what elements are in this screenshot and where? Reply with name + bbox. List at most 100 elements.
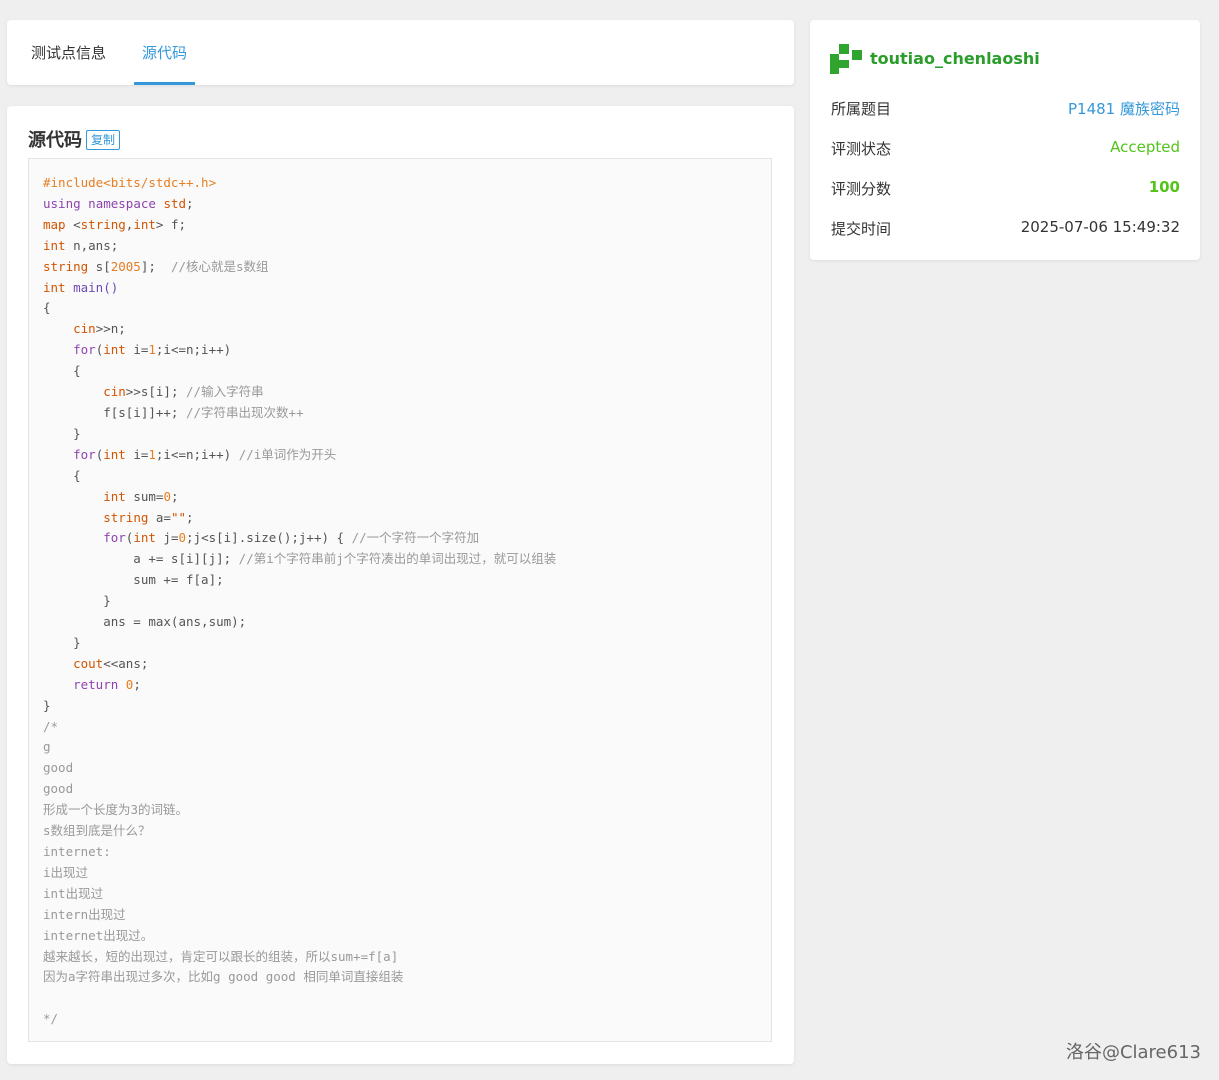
code-token: > f;	[155, 216, 187, 232]
code-token: #include<bits/stdc++.h>	[43, 175, 217, 190]
code-line: good	[43, 781, 73, 796]
username-link[interactable]: toutiao_chenlaoshi	[870, 49, 1040, 68]
code-token: }	[43, 593, 111, 609]
code-token: //第i个字符串前j个字符凑出的单词出现过，就可以组装	[238, 551, 557, 567]
code-token: internet出现过。	[43, 927, 154, 943]
code-line: }	[43, 593, 111, 608]
code-line: s数组到底是什么？	[43, 823, 151, 838]
code-token: string	[80, 216, 126, 232]
code-token: string	[43, 258, 89, 274]
submission-info-panel: toutiao_chenlaoshi 所属题目 P1481 魔族密码 评测状态 …	[810, 20, 1200, 260]
code-line: a += s[i][j]; //第i个字符串前j个字符凑出的单词出现过，就可以组…	[43, 551, 556, 566]
problem-label: 所属题目	[831, 100, 892, 118]
code-token: 0	[163, 488, 171, 504]
code-token: sum += f[a];	[43, 572, 224, 588]
code-token: string	[103, 509, 149, 525]
section-title: 源代码	[28, 130, 82, 151]
score-label: 评测分数	[831, 180, 892, 198]
code-token: ;i<=n;i++)	[155, 342, 232, 358]
code-token: //字符串出现次数++	[186, 404, 304, 420]
code-line: internet出现过。	[43, 928, 153, 943]
source-code-panel: 源代码 复制 #include<bits/stdc++.h> using nam…	[7, 106, 794, 1064]
code-token: good	[43, 781, 74, 797]
code-token: {	[43, 300, 51, 316]
code-token: ;	[170, 488, 179, 504]
code-token: <<ans;	[103, 655, 149, 671]
code-token: //一个字符一个字符加	[351, 530, 480, 546]
code-line: string a="";	[43, 509, 194, 525]
code-token: for	[73, 342, 96, 358]
code-token: return	[73, 676, 119, 692]
problem-link[interactable]: P1481 魔族密码	[1068, 98, 1180, 119]
code-token: 因为a字符串出现过多次，比如g good good 相同单词直接组装	[43, 969, 404, 985]
code-line: for(int j=0;j<s[i].size();j++) { //一个字符一…	[43, 530, 479, 545]
score-value: 100	[1148, 178, 1180, 196]
code-token: 0	[178, 530, 187, 546]
info-row-status: 评测状态 Accepted	[831, 138, 1180, 160]
code-token: >>n;	[95, 321, 126, 337]
code-token: s[	[88, 258, 111, 274]
code-block[interactable]: #include<bits/stdc++.h> using namespace …	[28, 158, 772, 1042]
code-line: g	[43, 739, 51, 754]
tab-testcase-info[interactable]: 测试点信息	[31, 20, 106, 85]
code-token: map	[43, 216, 66, 232]
code-line: }	[43, 698, 51, 713]
copy-button[interactable]: 复制	[86, 130, 121, 150]
code-line: map <string,int> f;	[43, 217, 186, 232]
tab-source-code[interactable]: 源代码	[134, 20, 196, 85]
code-line: int出现过	[43, 886, 103, 901]
code-token: ];	[140, 258, 171, 274]
code-token: //输入字符串	[186, 384, 264, 400]
code-token: for	[73, 446, 96, 462]
code-line: using namespace std;	[43, 196, 194, 211]
code-token: ;	[186, 509, 194, 525]
code-token: 1	[148, 342, 156, 358]
code-token: n,ans;	[65, 237, 119, 253]
code-token: int	[133, 530, 156, 546]
code-token: //i单词作为开头	[238, 446, 337, 462]
code-line: sum += f[a];	[43, 572, 224, 588]
code-line: int main()	[43, 280, 118, 295]
code-line: for(int i=1;i<=n;i++)	[43, 342, 231, 357]
code-token: i=	[125, 342, 149, 358]
code-token: }	[43, 697, 51, 713]
code-line: internet:	[43, 844, 111, 859]
code-token: int	[103, 488, 126, 504]
code-token: //核心就是s数组	[170, 258, 269, 274]
code-line: cout<<ans;	[43, 656, 148, 671]
time-value: 2025-07-06 15:49:32	[1020, 218, 1180, 236]
code-token: ""	[170, 509, 187, 525]
code-token: a=	[148, 509, 171, 525]
code-token: int	[103, 342, 126, 358]
code-token: g	[43, 739, 51, 755]
code-line: ans = max(ans,sum);	[43, 614, 246, 629]
code-token: ;i<=n;i++)	[155, 446, 239, 462]
code-line: }	[43, 426, 81, 441]
code-line: 因为a字符串出现过多次，比如g good good 相同单词直接组装	[43, 969, 403, 984]
code-token: ans = max(ans,sum);	[43, 614, 247, 630]
info-row-problem: 所属题目 P1481 魔族密码	[831, 98, 1180, 120]
code-token: std	[163, 195, 187, 211]
code-token: sum=	[125, 488, 164, 504]
code-line: string s[2005]; //核心就是s数组	[43, 259, 269, 274]
tabs-bar: 测试点信息 源代码	[7, 20, 794, 85]
code-token: 1	[148, 446, 156, 462]
code-token: }	[43, 425, 81, 441]
code-line: }	[43, 635, 81, 650]
code-token: intern出现过	[43, 906, 126, 922]
code-token: ;j<s[i].size();j++) {	[186, 530, 352, 546]
status-label: 评测状态	[831, 140, 892, 158]
code-token: int出现过	[43, 885, 104, 901]
code-line: f[s[i]]++; //字符串出现次数++	[43, 404, 304, 420]
code-token: 2005	[110, 258, 141, 274]
code-token: int	[103, 446, 126, 462]
status-value: Accepted	[1110, 138, 1180, 156]
code-token: }	[43, 634, 81, 650]
code-token: {	[43, 363, 81, 379]
